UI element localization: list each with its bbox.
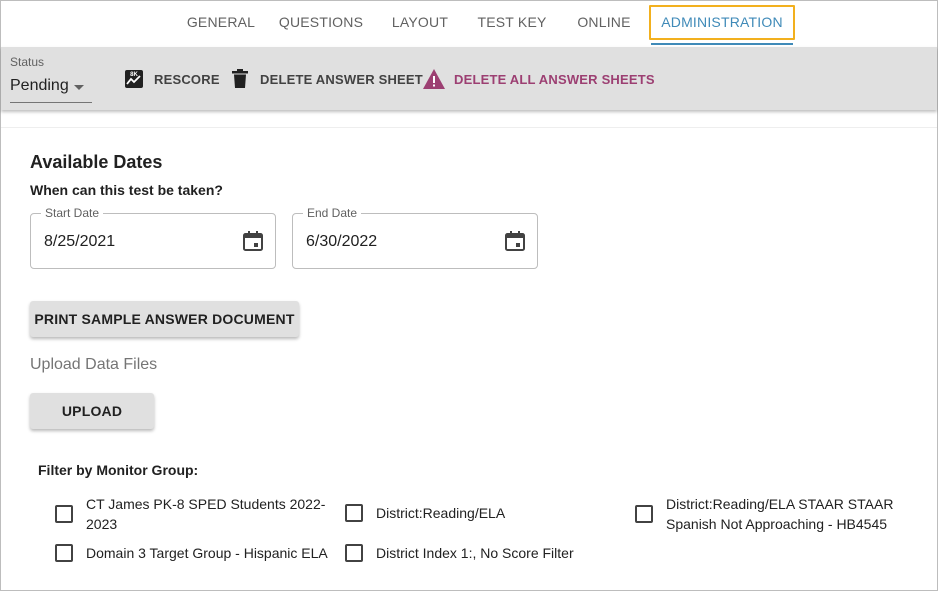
end-date-field[interactable]: End Date 6/30/2022 xyxy=(292,206,538,269)
tab-online[interactable]: ONLINE xyxy=(567,0,641,46)
status-label: Status xyxy=(10,55,45,69)
tab-questions[interactable]: QUESTIONS xyxy=(273,0,369,46)
monitor-group-label: District Index 1:, No Score Filter xyxy=(376,545,574,561)
tab-administration-label: ADMINISTRATION xyxy=(661,14,783,30)
calendar-icon[interactable] xyxy=(504,230,526,252)
monitor-group-label: CT James PK-8 SPED Students 2022-2023 xyxy=(86,496,326,532)
tab-general[interactable]: GENERAL xyxy=(181,0,261,46)
monitor-group-checkbox[interactable]: District:Reading/ELA xyxy=(345,503,605,523)
rescore-label: RESCORE xyxy=(154,71,220,87)
end-date-value: 6/30/2022 xyxy=(306,233,378,250)
rescore-icon: 8K xyxy=(122,67,146,91)
available-dates-question: When can this test be taken? xyxy=(30,182,223,198)
upload-data-files-title: Upload Data Files xyxy=(30,356,158,373)
checkbox-icon[interactable] xyxy=(55,505,73,523)
delete-answer-sheet-button[interactable]: DELETE ANSWER SHEET xyxy=(228,65,423,93)
active-tab-indicator xyxy=(651,43,793,45)
toolbar: Status Pending 8K RESCORE DELETE ANSWER … xyxy=(1,47,937,110)
end-date-label: End Date xyxy=(303,206,362,220)
tab-administration[interactable]: ADMINISTRATION xyxy=(651,0,793,46)
status-value: Pending xyxy=(10,77,69,94)
start-date-value: 8/25/2021 xyxy=(44,233,116,250)
monitor-group-checkbox[interactable]: District:Reading/ELA STAAR STAAR Spanish… xyxy=(635,494,895,534)
trash-icon xyxy=(228,67,252,91)
status-select[interactable]: Pending xyxy=(10,73,92,103)
svg-text:8K: 8K xyxy=(130,72,138,78)
warning-icon xyxy=(422,67,446,91)
print-sample-answer-document-button[interactable]: PRINT SAMPLE ANSWER DOCUMENT xyxy=(30,301,299,337)
checkbox-icon[interactable] xyxy=(345,544,363,562)
monitor-group-checkbox[interactable]: District Index 1:, No Score Filter xyxy=(345,543,605,563)
delete-all-answer-sheets-button[interactable]: DELETE ALL ANSWER SHEETS xyxy=(422,65,655,93)
upload-button[interactable]: UPLOAD xyxy=(30,393,154,429)
delete-answer-sheet-label: DELETE ANSWER SHEET xyxy=(260,71,423,87)
tab-layout[interactable]: LAYOUT xyxy=(383,0,457,46)
calendar-icon[interactable] xyxy=(242,230,264,252)
checkbox-icon[interactable] xyxy=(635,505,653,523)
monitor-group-label: Domain 3 Target Group - Hispanic ELA xyxy=(86,545,328,561)
available-dates-title: Available Dates xyxy=(30,152,163,172)
start-date-label: Start Date xyxy=(41,206,104,220)
delete-all-answer-sheets-label: DELETE ALL ANSWER SHEETS xyxy=(454,71,655,87)
tab-bar: GENERAL QUESTIONS LAYOUT TEST KEY ONLINE… xyxy=(0,0,938,46)
start-date-field[interactable]: Start Date 8/25/2021 xyxy=(30,206,276,269)
rescore-button[interactable]: 8K RESCORE xyxy=(122,65,220,93)
monitor-group-checkbox[interactable]: Domain 3 Target Group - Hispanic ELA xyxy=(55,543,340,563)
filter-monitor-group-title: Filter by Monitor Group: xyxy=(38,462,199,478)
monitor-group-checkbox[interactable]: CT James PK-8 SPED Students 2022-2023 xyxy=(55,494,330,534)
checkbox-icon[interactable] xyxy=(55,544,73,562)
checkbox-icon[interactable] xyxy=(345,504,363,522)
toolbar-divider xyxy=(1,120,937,128)
monitor-group-label: District:Reading/ELA xyxy=(376,505,506,521)
chevron-down-icon xyxy=(74,85,84,90)
monitor-group-label: District:Reading/ELA STAAR STAAR Spanish… xyxy=(666,496,894,532)
tab-test-key[interactable]: TEST KEY xyxy=(470,0,554,46)
